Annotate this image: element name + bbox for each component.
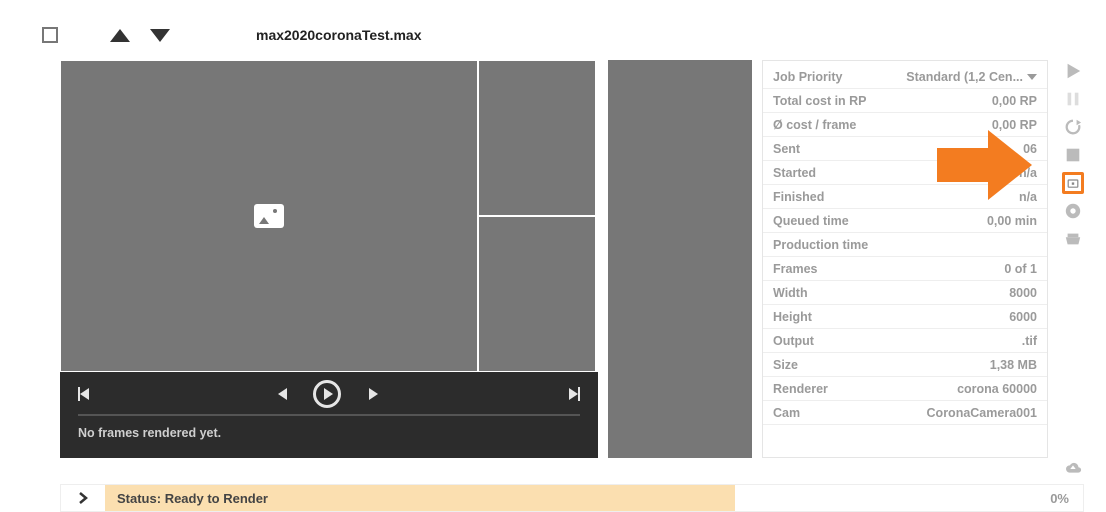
preview-thumb-1[interactable] bbox=[479, 61, 595, 215]
info-row: Renderer corona 60000 bbox=[763, 377, 1047, 401]
cloud-upload-button[interactable] bbox=[1062, 458, 1084, 480]
preview-column: No frames rendered yet. bbox=[60, 60, 598, 458]
action-rail bbox=[1060, 60, 1086, 480]
preview-main[interactable] bbox=[61, 61, 479, 371]
info-row: Started n/a bbox=[763, 161, 1047, 185]
secondary-preview[interactable] bbox=[608, 60, 752, 458]
info-label: Total cost in RP bbox=[773, 94, 867, 108]
info-row: Frames 0 of 1 bbox=[763, 257, 1047, 281]
preview-thumb-2[interactable] bbox=[479, 215, 595, 371]
main-panel: No frames rendered yet. Job Priority Sta… bbox=[60, 60, 1048, 458]
info-value: 0,00 min bbox=[987, 214, 1037, 228]
info-row: Ø cost / frame 0,00 RP bbox=[763, 113, 1047, 137]
info-label: Started bbox=[773, 166, 816, 180]
info-value: 0,00 RP bbox=[992, 118, 1037, 132]
expand-toggle[interactable] bbox=[61, 492, 105, 504]
job-header: max2020coronaTest.max bbox=[38, 22, 1078, 48]
info-row: Output .tif bbox=[763, 329, 1047, 353]
info-label: Size bbox=[773, 358, 798, 372]
pause-render-button[interactable] bbox=[1062, 88, 1084, 110]
filename-label: max2020coronaTest.max bbox=[256, 27, 422, 43]
status-value: Ready to Render bbox=[165, 491, 268, 506]
first-frame-button[interactable] bbox=[78, 387, 89, 401]
progress-percent: 0% bbox=[1050, 491, 1083, 506]
open-output-button[interactable] bbox=[1062, 172, 1084, 194]
info-label: Ø cost / frame bbox=[773, 118, 856, 132]
status-label: Status: bbox=[117, 491, 161, 506]
last-frame-button[interactable] bbox=[567, 387, 580, 401]
info-label: Output bbox=[773, 334, 814, 348]
info-label: Height bbox=[773, 310, 812, 324]
info-row-priority[interactable]: Job Priority Standard (1,2 Cen... bbox=[763, 65, 1047, 89]
info-label: Cam bbox=[773, 406, 800, 420]
info-value: 8000 bbox=[1009, 286, 1037, 300]
sort-down-icon[interactable] bbox=[150, 29, 170, 42]
dropdown-icon[interactable] bbox=[1027, 74, 1037, 80]
select-checkbox[interactable] bbox=[42, 27, 58, 43]
stop-render-button[interactable] bbox=[1062, 144, 1084, 166]
info-row: Total cost in RP 0,00 RP bbox=[763, 89, 1047, 113]
refresh-button[interactable] bbox=[1062, 116, 1084, 138]
info-row: Cam CoronaCamera001 bbox=[763, 401, 1047, 425]
player-status: No frames rendered yet. bbox=[60, 416, 598, 440]
info-row: Sent 06 bbox=[763, 137, 1047, 161]
preview-side bbox=[479, 61, 595, 371]
info-value: 1,38 MB bbox=[990, 358, 1037, 372]
info-row: Finished n/a bbox=[763, 185, 1047, 209]
info-value: .tif bbox=[1022, 334, 1037, 348]
info-row: Queued time 0,00 min bbox=[763, 209, 1047, 233]
info-row: Production time bbox=[763, 233, 1047, 257]
info-label: Frames bbox=[773, 262, 817, 276]
info-value: n/a bbox=[1019, 190, 1037, 204]
status-bar: Status: Ready to Render bbox=[105, 485, 735, 511]
job-info-table: Job Priority Standard (1,2 Cen... Total … bbox=[762, 60, 1048, 458]
info-value: corona 60000 bbox=[957, 382, 1037, 396]
sort-arrows bbox=[110, 29, 170, 42]
sort-up-icon[interactable] bbox=[110, 29, 130, 42]
preview-tiles bbox=[60, 60, 598, 372]
info-row: Width 8000 bbox=[763, 281, 1047, 305]
info-label: Production time bbox=[773, 238, 868, 252]
info-label: Queued time bbox=[773, 214, 849, 228]
start-render-button[interactable] bbox=[1062, 60, 1084, 82]
download-button[interactable] bbox=[1062, 200, 1084, 222]
info-label: Renderer bbox=[773, 382, 828, 396]
info-row: Height 6000 bbox=[763, 305, 1047, 329]
info-label: Finished bbox=[773, 190, 824, 204]
info-row: Size 1,38 MB bbox=[763, 353, 1047, 377]
info-value: Standard (1,2 Cen... bbox=[906, 70, 1023, 84]
info-label: Job Priority bbox=[773, 70, 842, 84]
prev-frame-button[interactable] bbox=[278, 388, 287, 400]
info-label: Width bbox=[773, 286, 808, 300]
info-value: 0,00 RP bbox=[992, 94, 1037, 108]
info-value: 06 bbox=[1023, 142, 1037, 156]
player-bar: No frames rendered yet. bbox=[60, 372, 598, 458]
play-button[interactable] bbox=[313, 380, 341, 408]
info-value: CoronaCamera001 bbox=[927, 406, 1037, 420]
info-value: n/a bbox=[1019, 166, 1037, 180]
status-footer: Status: Ready to Render 0% bbox=[60, 484, 1084, 512]
image-placeholder-icon bbox=[254, 204, 284, 228]
next-frame-button[interactable] bbox=[367, 388, 378, 400]
info-label: Sent bbox=[773, 142, 800, 156]
archive-button[interactable] bbox=[1062, 228, 1084, 250]
info-value: 6000 bbox=[1009, 310, 1037, 324]
info-value: 0 of 1 bbox=[1004, 262, 1037, 276]
